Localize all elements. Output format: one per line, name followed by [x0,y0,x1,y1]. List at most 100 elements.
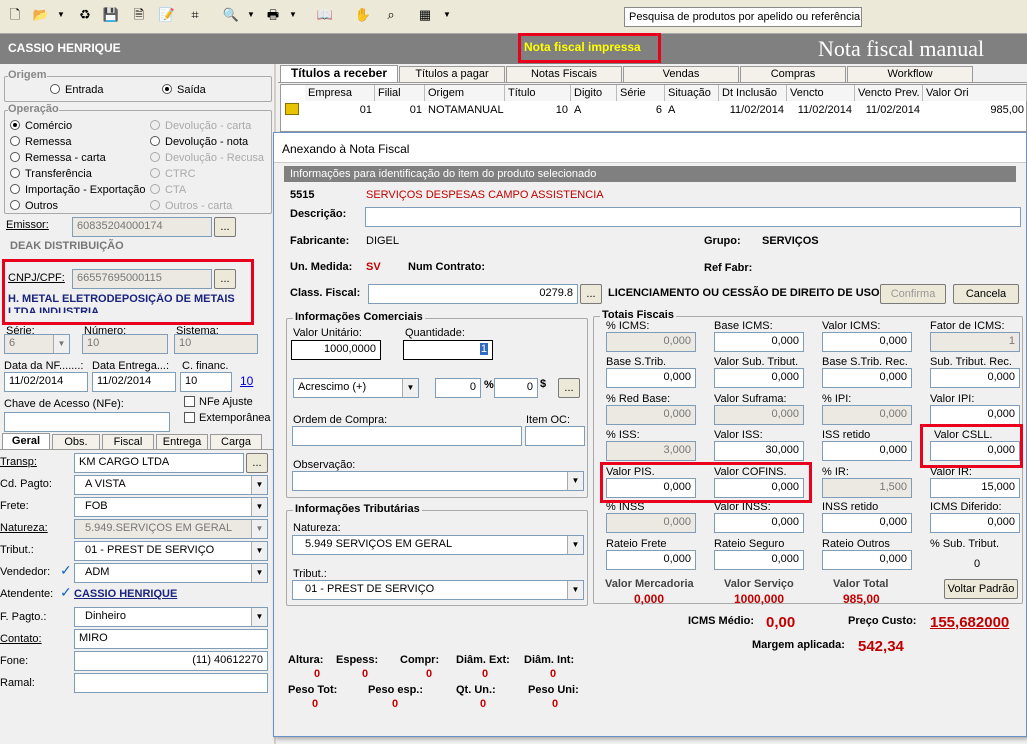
totais-input[interactable]: 0,000 [606,478,696,498]
grid-header[interactable]: Digito [571,85,617,101]
radio-operacao-left[interactable]: Transferência [10,168,92,180]
acrescimo-button[interactable]: ... [558,378,580,398]
totais-input[interactable]: 0,000 [606,405,696,425]
tab-carga[interactable]: Carga [210,434,262,450]
grid-header[interactable]: Filial [375,85,425,101]
ramal-input[interactable] [74,673,268,693]
frete-select[interactable]: FOB ▼ [74,497,268,517]
preview-icon[interactable]: 🔍 [222,6,240,24]
radio-operacao-right[interactable]: CTRC [150,168,196,180]
totais-input[interactable]: 1 [930,332,1020,352]
serie-select[interactable]: 6 ▼ [4,334,70,354]
radio-operacao-left[interactable]: Comércio [10,120,72,132]
totais-input[interactable]: 0,000 [714,368,804,388]
preco-custo-value[interactable]: 155,682000 [930,614,1009,631]
chave-input[interactable] [4,412,170,432]
edit-document-icon[interactable]: 📝 [158,6,176,24]
qtd-input[interactable]: 1 [403,340,493,360]
open-folder-icon[interactable]: 📂 [32,6,50,24]
radio-operacao-left[interactable]: Remessa - carta [10,152,106,164]
cfinanc-link[interactable]: 10 [240,374,253,388]
grid-header[interactable]: Origem [425,85,505,101]
totais-input[interactable]: 0,000 [822,441,912,461]
sistema-input[interactable]: 10 [174,334,258,354]
radio-operacao-right[interactable]: CTA [150,184,186,196]
totais-input[interactable]: 0,000 [930,368,1020,388]
tab-right-2[interactable]: Notas Fiscais [506,66,622,82]
save-icon[interactable]: 💾 [102,6,120,24]
grid-header[interactable]: Título [505,85,571,101]
totais-input[interactable]: 0,000 [606,368,696,388]
radio-operacao-left[interactable]: Outros [10,200,58,212]
pct-input[interactable]: 0 [435,378,481,398]
confirma-button[interactable]: Confirma [880,284,946,304]
tab-geral[interactable]: Geral [2,433,50,450]
grid-header[interactable]: Valor Ori [923,85,1027,101]
binoculars-icon[interactable]: ⌕ [382,6,400,24]
radio-operacao-right[interactable]: Devolução - nota [150,136,248,148]
totais-input[interactable]: 0,000 [930,513,1020,533]
totais-input[interactable]: 0,000 [714,550,804,570]
fpagto-select[interactable]: Dinheiro ▼ [74,607,268,627]
totais-input[interactable]: 0,000 [822,368,912,388]
classfiscal-input[interactable]: 0279.8 [368,284,578,304]
valor-unit-input[interactable]: 1000,0000 [291,340,381,360]
natureza-select[interactable]: 5.949.SERVIÇOS EM GERAL ▼ [74,519,268,539]
totais-input[interactable]: 0,000 [822,513,912,533]
atendente-value[interactable]: CASSIO HENRIQUE [74,588,177,600]
transp-lookup-button[interactable]: ... [246,453,268,473]
fone-input[interactable]: (11) 40612270 [74,651,268,671]
radio-operacao-right[interactable]: Outros - carta [150,200,232,212]
radio-operacao-right[interactable]: Devolução - Recusa [150,152,264,164]
totais-input[interactable]: 3,000 [606,441,696,461]
chevron-down-icon[interactable]: ▼ [242,6,260,24]
totais-input[interactable]: 30,000 [714,441,804,461]
grid-header[interactable]: Série [617,85,665,101]
vendedor-select[interactable]: ADM ▼ [74,563,268,583]
totais-input[interactable]: 0,000 [714,332,804,352]
transp-input[interactable]: KM CARGO LTDA [74,453,244,473]
classfiscal-lookup-button[interactable]: ... [580,284,602,304]
tab-right-4[interactable]: Compras [740,66,846,82]
tab-right-1[interactable]: Títulos a pagar [399,66,505,82]
totais-input[interactable]: 0,000 [714,405,804,425]
table-icon[interactable]: ▦ [416,6,434,24]
grid-header[interactable]: Vencto [787,85,855,101]
trib-tribut-select[interactable]: 01 - PREST DE SERVIÇO ▼ [292,580,584,600]
product-search-input[interactable]: Pesquisa de produtos por apelido ou refe… [624,7,862,27]
voltar-padrao-button[interactable]: Voltar Padrão [944,579,1018,599]
grid-header[interactable]: Dt Inclusão [719,85,787,101]
data-entrega-input[interactable]: 11/02/2014 [92,372,176,392]
totais-input[interactable]: 0,000 [606,332,696,352]
chevron-down-icon[interactable]: ▼ [284,6,302,24]
radio-operacao-left[interactable]: Importação - Exportação [10,184,145,196]
totais-input[interactable]: 1,500 [822,478,912,498]
new-document-icon[interactable]: 🗋 [6,6,24,24]
radio-operacao-right[interactable]: Devolução - carta [150,120,251,132]
hand-icon[interactable]: ✋ [354,6,372,24]
totais-input[interactable]: 0,000 [822,405,912,425]
totais-input[interactable]: 0,000 [714,513,804,533]
cnpj-input[interactable]: 66557695000115 [72,269,212,289]
grid-header[interactable]: Situação [665,85,719,101]
obs-select[interactable]: ▼ [292,471,584,491]
emissor-input[interactable]: 60835204000174 [72,217,212,237]
cancela-button[interactable]: Cancela [953,284,1019,304]
book-icon[interactable]: 📖 [316,6,334,24]
refresh-icon[interactable]: ♻ [76,6,94,24]
descricao-input[interactable] [365,207,1021,227]
totais-input[interactable]: 0,000 [606,513,696,533]
tab-obs[interactable]: Obs. [52,434,100,450]
radio-entrada[interactable]: Entrada [50,84,104,96]
cnpj-lookup-button[interactable]: ... [214,269,236,289]
tribut-select[interactable]: 01 - PREST DE SERVIÇO ▼ [74,541,268,561]
contato-input[interactable]: MIRO [74,629,268,649]
acrescimo-select[interactable]: Acrescimo (+) ▼ [293,378,419,398]
totais-input[interactable]: 0,000 [822,550,912,570]
tab-entrega[interactable]: Entrega [156,434,208,450]
itemoc-input[interactable] [525,426,585,446]
print-icon[interactable]: 🖶 [264,6,282,24]
trib-natureza-select[interactable]: 5.949 SERVIÇOS EM GERAL ▼ [292,535,584,555]
totais-input[interactable]: 15,000 [930,478,1020,498]
emissor-lookup-button[interactable]: ... [214,217,236,237]
